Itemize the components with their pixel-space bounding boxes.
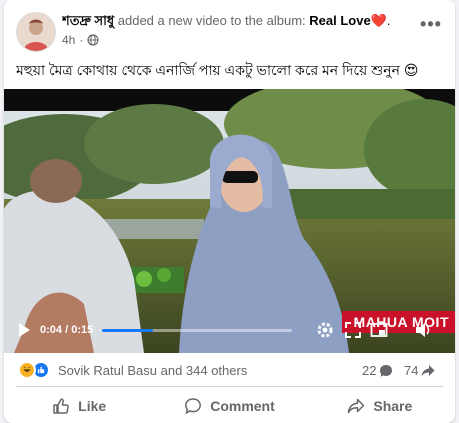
comment-button[interactable]: Comment <box>154 390 304 422</box>
video-player[interactable]: MAHUA MOIT 0:04 / 0:15 <box>4 89 455 353</box>
share-arrow-icon <box>421 364 435 376</box>
actions-divider <box>16 386 443 387</box>
video-progress-bar[interactable] <box>102 329 292 332</box>
like-button-label: Like <box>78 398 107 414</box>
thumbs-up-icon <box>53 398 69 414</box>
post-caption: মহুয়া মৈত্র কোথায় থেকে এনার্জি পায় এক… <box>16 62 419 78</box>
time-separator: / <box>62 324 72 336</box>
author-name[interactable]: শতদ্রু সাধু <box>62 13 114 28</box>
post-header: শতদ্রু সাধু added a new video to the alb… <box>4 0 455 58</box>
play-icon[interactable] <box>16 322 32 338</box>
settings-gear-icon[interactable] <box>316 321 334 339</box>
reactions-bar: Sovik Ratul Basu and 344 others 22 74 <box>4 353 455 386</box>
post-card: শতদ্রু সাধু added a new video to the alb… <box>4 0 455 423</box>
album-link[interactable]: Real Love <box>309 13 370 28</box>
header-text: শতদ্রু সাধু added a new video to the alb… <box>62 13 412 47</box>
author-avatar[interactable] <box>16 12 56 52</box>
video-duration: 0:15 <box>71 324 94 336</box>
picture-in-picture-icon[interactable] <box>370 321 388 339</box>
shares-count-value: 74 <box>404 363 419 378</box>
post-timestamp[interactable]: 4h <box>62 33 75 47</box>
album-heart: ❤️ <box>370 13 387 28</box>
shares-count[interactable]: 74 <box>404 363 435 378</box>
haha-reaction-icon <box>18 361 36 379</box>
video-progress-fill <box>102 329 154 332</box>
post-title-line: শতদ্রু সাধু added a new video to the alb… <box>62 13 412 29</box>
avatar-image <box>17 13 55 51</box>
video-controls: 0:04 / 0:15 <box>4 315 455 345</box>
post-actions: Like Comment Share <box>4 390 455 422</box>
video-time: 0:04 / 0:15 <box>40 324 93 336</box>
reaction-icons[interactable] <box>18 361 54 379</box>
comments-count-value: 22 <box>362 363 377 378</box>
comment-button-label: Comment <box>210 398 275 414</box>
comment-icon <box>185 398 202 415</box>
album-trail: . <box>386 13 391 28</box>
like-button[interactable]: Like <box>4 390 154 422</box>
fullscreen-icon[interactable] <box>344 321 362 339</box>
meta-separator: · <box>79 33 84 47</box>
current-time: 0:04 <box>40 324 63 336</box>
volume-icon[interactable] <box>414 321 432 339</box>
reaction-summary[interactable]: Sovik Ratul Basu and 344 others <box>58 363 247 378</box>
post-meta: 4h · <box>62 33 412 47</box>
comments-count[interactable]: 22 <box>362 363 393 378</box>
share-button-label: Share <box>373 398 413 414</box>
share-button[interactable]: Share <box>305 390 455 422</box>
globe-icon[interactable] <box>87 34 99 46</box>
more-options-icon: ••• <box>420 13 442 34</box>
comment-bubble-icon <box>380 364 393 377</box>
share-icon <box>348 398 365 414</box>
post-action-text: added a new video to the album: <box>114 13 310 28</box>
more-options-button[interactable]: ••• <box>417 12 445 36</box>
